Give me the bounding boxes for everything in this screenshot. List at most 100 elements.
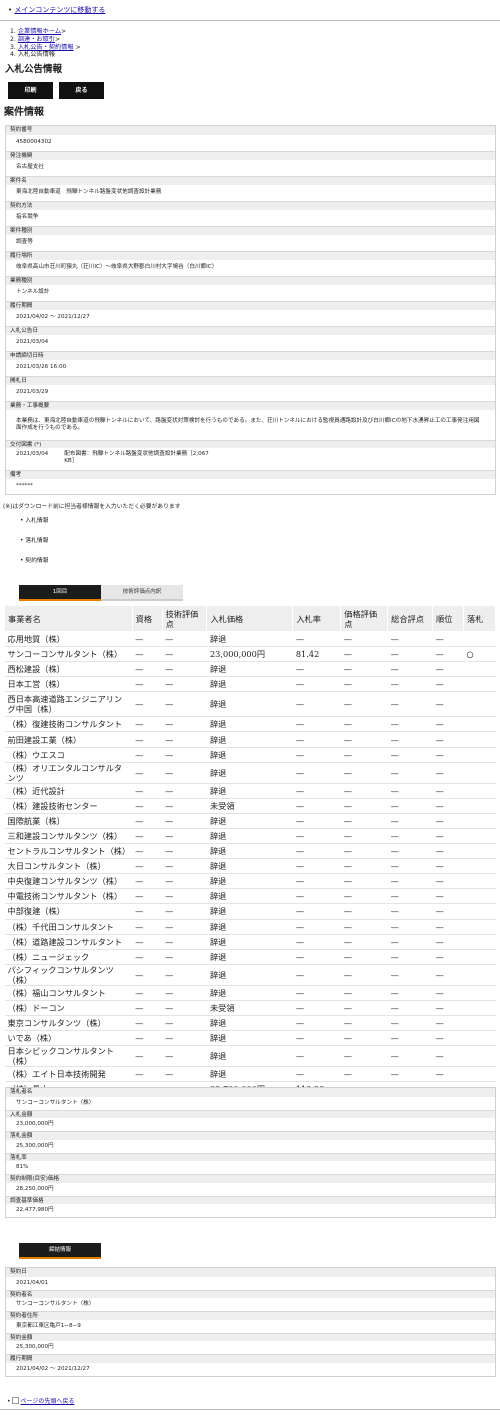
cell-tech-score: — (162, 691, 207, 718)
cell-rank: — (432, 1066, 464, 1083)
field-value: 2021/04/02 ～ 2021/12/27 (6, 309, 495, 326)
cell-bid-rate: — (292, 888, 341, 905)
breadcrumb-link-procurement[interactable]: 調達・お取引 (18, 36, 55, 43)
cell-price-score: — (340, 903, 388, 920)
cell-bid-price: 辞退 (206, 964, 293, 986)
table-row: 中部復建（株） — — 辞退 — — — — (4, 903, 496, 920)
cell-qualification: — (132, 949, 163, 965)
table-row: 西松建設（株） — — 辞退 — — — — (4, 661, 496, 678)
cell-bid-rate: — (292, 934, 341, 950)
cell-winner (463, 949, 496, 965)
field-value-text: 23,000,000円 (16, 1121, 54, 1127)
cell-bid-price: 辞退 (206, 731, 293, 748)
tab-round-1[interactable]: 1回目 (19, 585, 101, 601)
tab-contract[interactable]: 締結情報 (19, 1243, 101, 1259)
field-value-text: 25,300,000円 (16, 1142, 54, 1149)
section-link-award[interactable]: 落札情報 (20, 538, 48, 545)
cell-bid-rate: — (292, 949, 341, 965)
table-row: 中電技術コンサルタント（株） — — 辞退 — — — — (4, 888, 496, 905)
field-label: 案件種別 (6, 226, 495, 235)
skip-to-content-link[interactable]: メインコンテンツに移動する (14, 6, 105, 14)
cell-rank: — (432, 1015, 464, 1032)
cell-rank: — (432, 747, 464, 763)
cell-price-score: — (340, 919, 388, 935)
cell-bid-price: 辞退 (206, 716, 293, 733)
table-row: 日本シビックコンサルタント（株） — — 辞退 — — — — (4, 1045, 496, 1068)
cell-qualification: — (132, 1066, 163, 1083)
field-value: 81% (6, 1161, 495, 1174)
cell-total-score: — (387, 828, 433, 845)
cell-winner (463, 716, 496, 733)
cell-bid-rate: — (292, 747, 341, 763)
cell-total-score: — (387, 949, 433, 965)
field-value: 4580004302 (6, 134, 495, 151)
cell-price-score: — (340, 1030, 388, 1047)
field-label: 発注機関 (6, 151, 495, 160)
cell-total-score: — (387, 873, 433, 890)
cell-total-score: — (387, 888, 433, 905)
print-button[interactable]: 印刷 (8, 82, 53, 99)
cell-rank: — (432, 843, 464, 860)
table-row: 西日本高速道路エンジニアリング中国（株） — — 辞退 — — — — (4, 691, 496, 718)
cell-company: 大日コンサルタント（株） (4, 858, 133, 875)
cell-rank: — (432, 1000, 464, 1016)
page-top-link-wrap: ページの先頭へ戻る (7, 1397, 74, 1406)
cell-tech-score: — (162, 873, 207, 890)
breadcrumb-link-bids[interactable]: 入札公告・契約情報 (18, 44, 74, 51)
table-row: 大日コンサルタント（株） — — 辞退 — — — — (4, 858, 496, 875)
cell-price-score: — (340, 888, 388, 905)
field-value: 東京都江東区亀戸1−8−9 (6, 1319, 495, 1333)
field-value-text: 本業務は、東海北陸自動車道の飛騨トンネルにおいて、路盤変状対策検討を行うものであ… (16, 417, 480, 431)
cell-bid-rate: — (292, 631, 341, 648)
cell-winner (463, 828, 496, 845)
field-value: 28,250,000円 (6, 1182, 495, 1196)
field-value: 調査等 (6, 234, 495, 251)
table-row: 東京コンサルタンツ（株） — — 辞退 — — — — (4, 1015, 496, 1032)
field-value: 23,000,000円 (6, 1118, 495, 1131)
cell-bid-rate: — (292, 661, 341, 678)
cell-rank: — (432, 631, 464, 648)
bid-tabs: 1回目 技術評価点内訳 (19, 585, 183, 601)
back-button[interactable]: 戻る (59, 82, 104, 99)
cell-qualification: — (132, 691, 163, 718)
breadcrumb-link-home[interactable]: 企業情報ホーム (18, 28, 61, 35)
field-value: 指名競争 (6, 209, 495, 226)
cell-total-score: — (387, 1045, 433, 1068)
cell-qualification: — (132, 964, 163, 986)
cell-qualification: — (132, 919, 163, 935)
field-label: 契約金額 (6, 1332, 495, 1341)
field-label: 落札者名 (6, 1088, 495, 1097)
field-value: 22,477,980円 (6, 1204, 495, 1217)
page-top-link[interactable]: ページの先頭へ戻る (12, 1397, 74, 1405)
cell-tech-score: — (162, 934, 207, 950)
cell-total-score: — (387, 903, 433, 920)
section-link-contract[interactable]: 契約情報 (20, 558, 48, 565)
cell-company: （株）エイト日本技術開発 (4, 1066, 133, 1083)
cell-tech-score: — (162, 762, 207, 784)
cell-company: 日本シビックコンサルタント（株） (4, 1045, 133, 1068)
tab-tech-score[interactable]: 技術評価点内訳 (101, 585, 183, 601)
cell-total-score: — (387, 1015, 433, 1032)
field-value-text: 4580004302 (16, 139, 52, 146)
table-row: 国際航業（株） — — 辞退 — — — — (4, 813, 496, 829)
cell-company: （株）近代設計 (4, 783, 133, 799)
field-value: ****** (6, 478, 495, 494)
cell-bid-price: 辞退 (206, 828, 293, 845)
section-link-label: 契約情報 (25, 558, 49, 564)
cell-winner (463, 873, 496, 890)
cell-company: （株）福山コンサルタント (4, 985, 133, 1001)
section-link-bid[interactable]: 入札情報 (20, 518, 48, 525)
table-row: 日本工営（株） — — 辞退 — — — — (4, 676, 496, 693)
col-header-company: 事業者名 (4, 605, 133, 632)
cell-bid-price: 辞退 (206, 1030, 293, 1047)
col-header-price-score: 価格評価点 (340, 605, 389, 632)
cell-total-score: — (387, 1000, 433, 1016)
cell-winner (463, 631, 496, 648)
field-value: 2021/03/29 (6, 384, 495, 401)
field-label: 備考 (6, 470, 495, 479)
field-value: 本業務は、東海北陸自動車道の飛騨トンネルにおいて、路盤変状対策検討を行うものであ… (6, 409, 495, 440)
download-link[interactable]: 配布図書：飛騨トンネル路盤変状他調査設計業務［2,067 KB］ (64, 451, 214, 465)
cell-company: 応用地質（株） (4, 631, 133, 648)
table-row: セントラルコンサルタント（株） — — 辞退 — — — — (4, 843, 496, 860)
cell-rank: — (432, 676, 464, 693)
